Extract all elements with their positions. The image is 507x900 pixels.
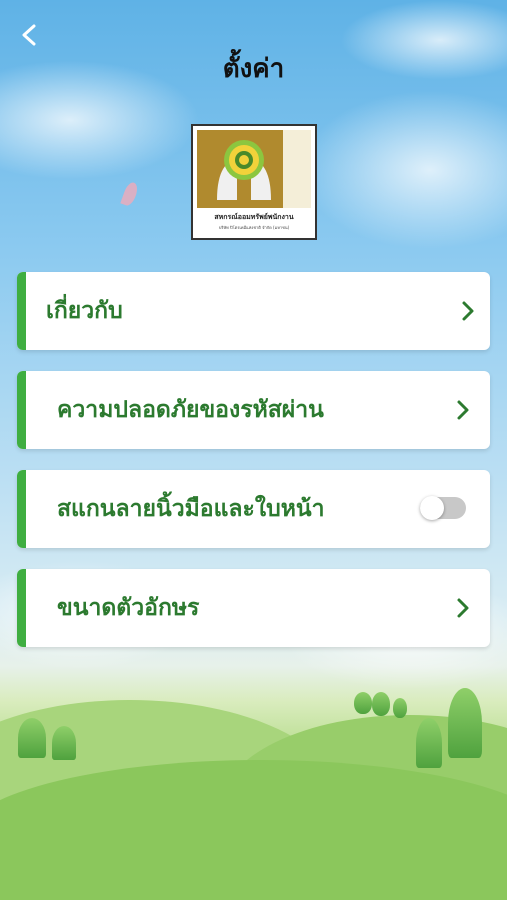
tree-decoration (354, 692, 372, 714)
toggle-knob (420, 496, 444, 520)
menu-item-password-security[interactable]: ความปลอดภัยของรหัสผ่าน (17, 371, 490, 449)
back-button[interactable] (14, 18, 48, 52)
biometric-toggle[interactable] (420, 496, 466, 520)
menu-item-label: ขนาดตัวอักษร (57, 595, 200, 621)
chevron-right-icon (457, 598, 469, 618)
background-cloud (300, 90, 507, 250)
accent-stripe (17, 371, 26, 449)
settings-screen: ตั้งค่า สหกรณ์ออมทรัพย์พนักงาน บริษัท ปิ… (0, 0, 507, 900)
hill-decoration (0, 760, 507, 900)
accent-stripe (17, 470, 26, 548)
petal-decoration (120, 180, 140, 208)
menu-item-biometric-scan: สแกนลายนิ้วมือและใบหน้า (17, 470, 490, 548)
tree-decoration (372, 692, 390, 716)
menu-item-label: สแกนลายนิ้วมือและใบหน้า (57, 496, 325, 522)
accent-stripe (17, 569, 26, 647)
menu-item-about[interactable]: เกี่ยวกับ (17, 272, 490, 350)
tree-decoration (52, 726, 76, 760)
page-title: ตั้งค่า (222, 54, 285, 84)
tree-decoration (18, 718, 46, 758)
emblem-icon (197, 130, 311, 208)
accent-stripe (17, 272, 26, 350)
tree-decoration (393, 698, 407, 718)
menu-item-font-size[interactable]: ขนาดตัวอักษร (17, 569, 490, 647)
logo-emblem (197, 130, 311, 208)
organization-logo: สหกรณ์ออมทรัพย์พนักงาน บริษัท ปิโตรเคมีแ… (191, 124, 317, 240)
tree-decoration (416, 718, 442, 768)
chevron-right-icon (457, 400, 469, 420)
chevron-left-icon (22, 24, 36, 46)
tree-decoration (448, 688, 482, 758)
logo-org-subtitle: บริษัท ปิโตรเคมีแห่งชาติ จำกัด (มหาชน) (218, 225, 290, 230)
menu-item-label: เกี่ยวกับ (46, 298, 123, 324)
chevron-right-icon (462, 301, 474, 321)
menu-item-label: ความปลอดภัยของรหัสผ่าน (57, 397, 324, 423)
logo-org-name: สหกรณ์ออมทรัพย์พนักงาน (214, 213, 294, 221)
